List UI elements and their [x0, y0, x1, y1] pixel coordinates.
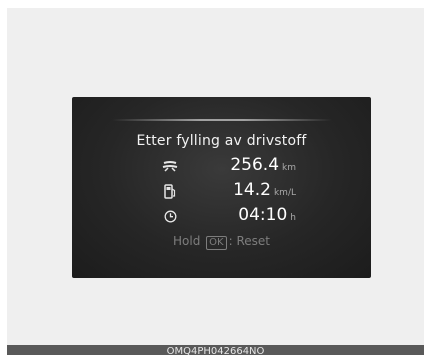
- distance-value: 256.4: [230, 155, 280, 175]
- reset-hint: Hold OK: Reset: [72, 234, 371, 250]
- fuel-economy-unit: km/L: [273, 188, 296, 198]
- distance-readout: 256.4 km: [230, 155, 296, 175]
- fuel-economy-value: 14.2: [233, 180, 271, 200]
- distance-road-icon: [162, 156, 178, 176]
- fuel-pump-icon: [162, 181, 178, 201]
- drive-time-readout: 04:10 h: [238, 205, 296, 225]
- reset-hint-suffix: : Reset: [228, 234, 270, 248]
- reset-hint-prefix: Hold: [173, 234, 201, 248]
- top-glow-line: [112, 119, 332, 121]
- drive-time-row: 04:10 h: [72, 205, 371, 226]
- fuel-economy-row: 14.2 km/L: [72, 180, 371, 201]
- figure-code-caption: OMQ4PH042664NO: [7, 345, 424, 355]
- clock-icon: [162, 206, 178, 226]
- ok-key-glyph: OK: [206, 236, 227, 250]
- distance-unit: km: [282, 163, 296, 173]
- cluster-display: Etter fylling av drivstoff 256.4 km 14.2 k…: [72, 97, 371, 278]
- drive-time-unit: h: [290, 213, 296, 223]
- distance-row: 256.4 km: [72, 155, 371, 176]
- fuel-economy-readout: 14.2 km/L: [233, 180, 296, 200]
- drive-time-value: 04:10: [238, 205, 288, 225]
- figure-frame: Etter fylling av drivstoff 256.4 km 14.2 k…: [7, 8, 424, 355]
- display-title: Etter fylling av drivstoff: [136, 133, 307, 149]
